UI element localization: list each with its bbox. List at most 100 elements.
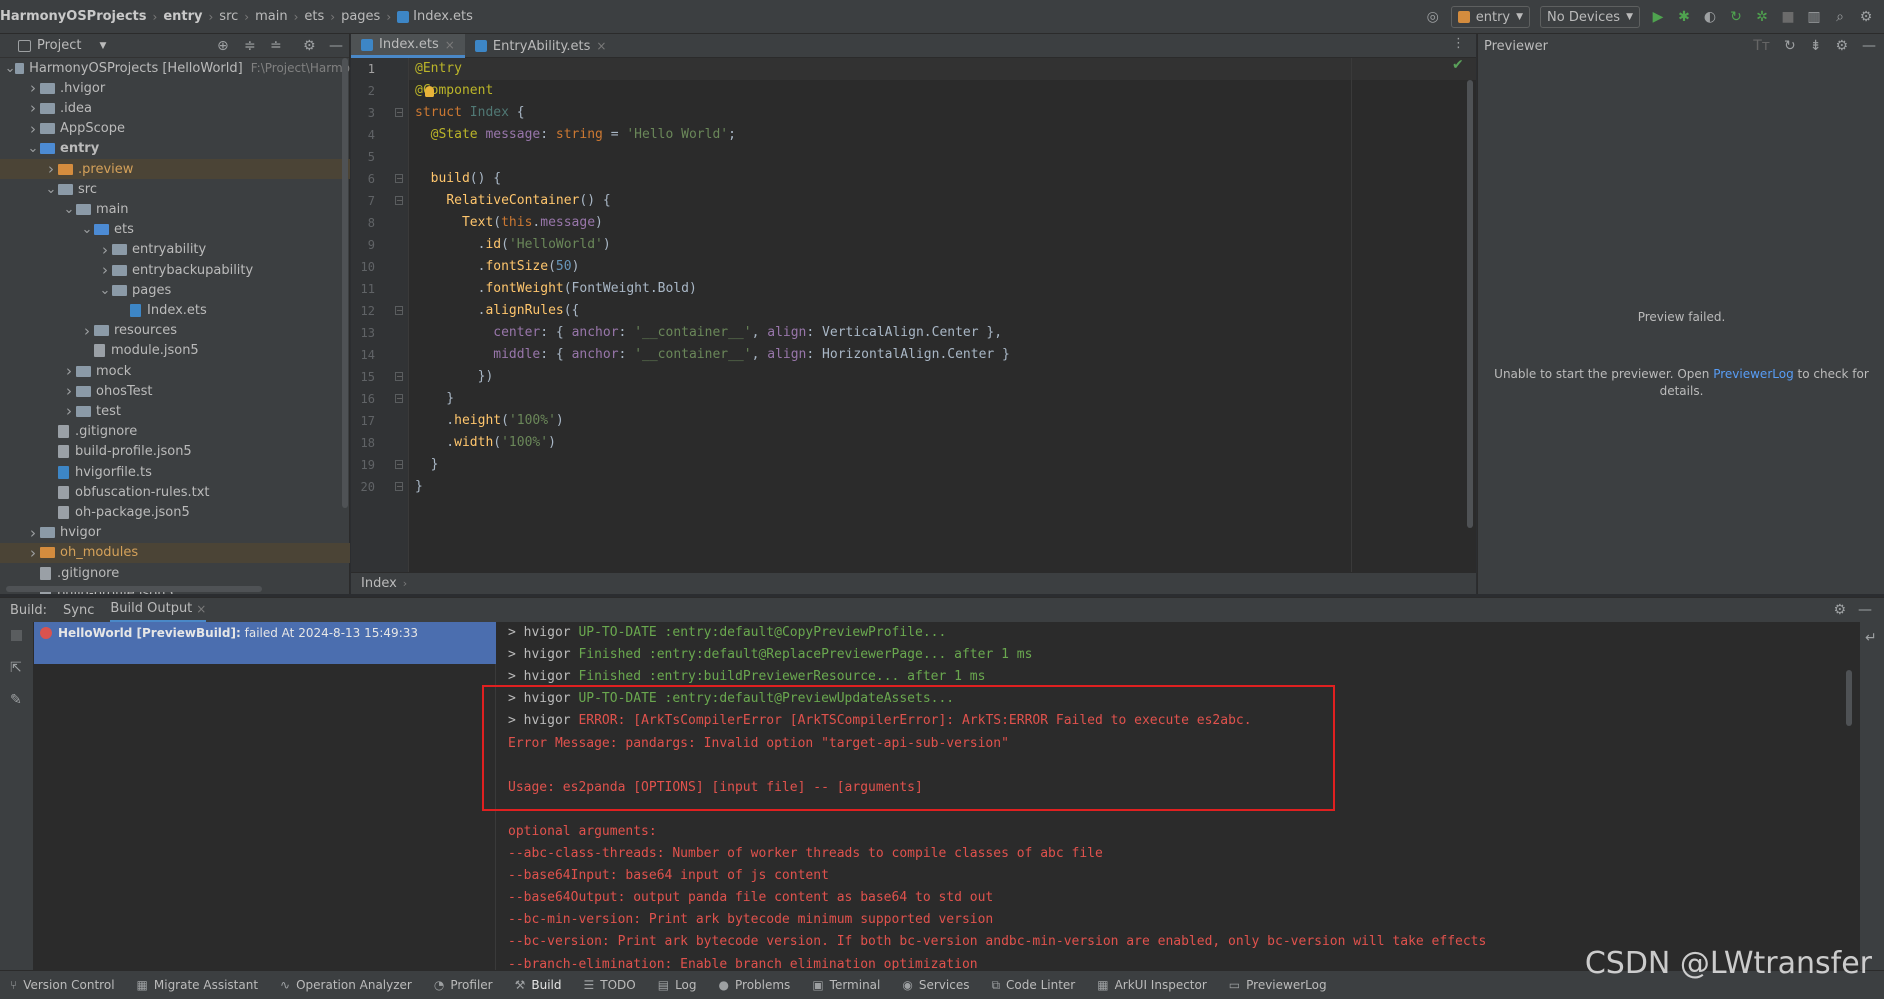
breadcrumb-item[interactable]: Index.ets [413,9,473,24]
attach-debugger-icon[interactable]: ◐ [1702,9,1718,25]
chevron-right-icon[interactable]: › [26,79,40,97]
tree-item[interactable]: › .idea [0,98,350,118]
tree-item[interactable]: › ohosTest [0,381,350,401]
expand-all-icon[interactable]: ≑ [244,38,256,54]
tab-entryability-ets[interactable]: EntryAbility.ets × [465,34,617,58]
chevron-right-icon[interactable]: › [62,382,76,400]
chevron-down-icon[interactable]: ⌄ [26,141,40,156]
breadcrumb-item[interactable]: HarmonyOSProjects [0,9,147,24]
close-icon[interactable]: × [445,38,455,52]
project-panel-title[interactable]: Project [37,38,81,53]
tree-item[interactable]: obfuscation-rules.txt [0,482,350,502]
tree-item[interactable]: › entrybackupability [0,260,350,280]
fold-icon[interactable]: − [395,306,403,315]
tree-item[interactable]: › resources [0,321,350,341]
device-selector[interactable]: No Devices ▼ [1540,6,1640,28]
tree-item[interactable]: › entryability [0,240,350,260]
chevron-right-icon[interactable]: › [98,261,112,279]
chevron-down-icon[interactable]: ⌄ [44,182,58,197]
tree-item[interactable]: ⌄ HarmonyOSProjects [HelloWorld] F:\Projec… [0,58,350,78]
close-icon[interactable]: × [196,602,206,616]
tool-window-todo[interactable]: ☰ TODO [584,978,636,992]
tree-item[interactable]: › .hvigor [0,78,350,98]
refresh-icon[interactable]: ↻ [1784,38,1796,54]
fold-icon[interactable]: − [395,394,403,403]
chevron-right-icon[interactable]: › [62,362,76,380]
tab-index-ets[interactable]: Index.ets × [351,34,465,58]
editor-scrollbar[interactable] [1467,80,1473,528]
breadcrumb-item[interactable]: ets [304,9,324,24]
project-structure-icon[interactable]: ▥ [1806,9,1822,25]
tool-window-terminal[interactable]: ▣ Terminal [812,978,880,992]
chevron-right-icon[interactable]: › [26,544,40,562]
settings-icon[interactable]: ⚙ [1833,602,1846,618]
module-selector[interactable]: entry ▼ [1450,6,1531,28]
stop-build-icon[interactable] [11,630,22,641]
lightbulb-icon[interactable] [425,86,434,97]
chevron-down-icon[interactable]: ⌄ [98,283,112,298]
tree-item[interactable]: › test [0,401,350,421]
fold-icon[interactable]: − [395,460,403,469]
chevron-right-icon[interactable]: › [26,120,40,138]
tool-window-build[interactable]: ⚒ Build [515,978,562,992]
tree-item[interactable]: oh-package.json5 [0,502,350,522]
run-icon[interactable]: ▶ [1650,9,1666,25]
tree-item[interactable]: module.json5 [0,341,350,361]
chevron-right-icon[interactable]: › [44,160,58,178]
scrollbar[interactable] [342,58,348,508]
output-scrollbar[interactable] [1846,670,1852,726]
chevron-down-icon[interactable]: ⌄ [80,222,94,237]
fold-icon[interactable]: − [395,372,403,381]
hide-icon[interactable]: — [1862,38,1876,54]
chevron-down-icon[interactable]: ⌄ [62,202,76,217]
search-icon[interactable]: ⌕ [1832,9,1848,25]
breadcrumb-item[interactable]: pages [341,9,380,24]
breadcrumb-item[interactable]: src [219,9,238,24]
chevron-right-icon[interactable]: › [26,99,40,117]
tool-window-services[interactable]: ◉ Services [902,978,969,992]
debug-icon[interactable]: ✱ [1676,9,1692,25]
fold-icon[interactable]: − [395,174,403,183]
code-editor[interactable]: 1 2 3 4 5 6 7 8 9 10 11 12 13 14 15 16 17 18 19 20− − − − − − − − … [351,57,1476,572]
more-icon[interactable]: ⋮ [1452,36,1465,51]
locate-icon[interactable]: ⊕ [217,38,229,54]
tree-item[interactable]: › mock [0,361,350,381]
close-icon[interactable]: × [596,39,606,53]
fold-icon[interactable]: − [395,196,403,205]
tool-window-log[interactable]: ▤ Log [658,978,697,992]
target-icon[interactable]: ◎ [1425,9,1441,25]
fold-icon[interactable]: − [395,108,403,117]
tree-item[interactable]: Index.ets [0,300,350,320]
tool-window-code-linter[interactable]: ⧉ Code Linter [991,978,1075,993]
tree-item[interactable]: ⌄ src [0,179,350,199]
settings-icon[interactable]: ⚙ [1835,38,1848,54]
tree-item[interactable]: .gitignore [0,563,350,583]
chevron-down-icon[interactable]: ⌄ [5,61,16,76]
settings-icon[interactable]: ⚙ [1858,9,1874,25]
tab-build-output[interactable]: Build Output × [110,598,207,623]
apply-changes-icon[interactable]: ✲ [1754,9,1770,25]
horizontal-scrollbar[interactable] [6,586,262,592]
pin-icon[interactable]: ✎ [10,692,22,708]
hide-icon[interactable]: — [1858,602,1872,618]
chevron-right-icon[interactable]: › [98,241,112,259]
rerun-icon[interactable]: ↻ [1728,9,1744,25]
inspect-icon[interactable]: ⇟ [1810,38,1822,54]
tree-item[interactable]: › hvigor [0,523,350,543]
tool-window-profiler[interactable]: ◔ Profiler [434,978,493,992]
tree-item[interactable]: ⌄ pages [0,280,350,300]
settings-icon[interactable]: ⚙ [303,38,316,54]
tree-item[interactable]: ⌄ main [0,199,350,219]
tree-item[interactable]: › AppScope [0,119,350,139]
open-external-icon[interactable]: ⇱ [10,660,22,676]
chevron-right-icon[interactable]: › [26,524,40,542]
tree-item[interactable]: hvigorfile.ts [0,462,350,482]
tab-sync[interactable]: Sync × [63,598,94,623]
collapse-all-icon[interactable]: ≐ [270,38,282,54]
tree-item[interactable]: ⌄ entry [0,139,350,159]
fold-icon[interactable]: − [395,482,403,491]
chevron-down-icon[interactable]: ▼ [99,41,106,51]
tree-item[interactable]: › .preview [0,159,350,179]
breadcrumb-item[interactable]: main [255,9,287,24]
build-tree-item[interactable]: HelloWorld [PreviewBuild]: failed At 202… [34,622,496,664]
